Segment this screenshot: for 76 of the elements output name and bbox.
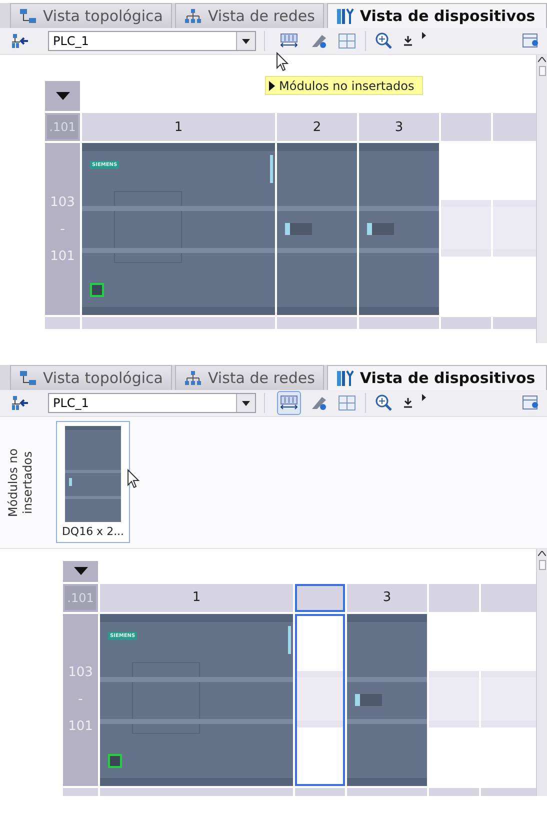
slot-header[interactable] — [295, 584, 345, 612]
label-slot — [372, 223, 394, 235]
rack-rail — [481, 788, 536, 796]
ethernet-port-icon — [108, 754, 122, 768]
row-address-label: 101 — [50, 248, 75, 264]
slot-header[interactable]: 2 — [277, 113, 357, 141]
view-tab[interactable]: Vista de redes — [175, 365, 324, 390]
slot-cell[interactable] — [295, 614, 345, 786]
row-address-label: - — [60, 222, 65, 236]
scroll-thumb[interactable] — [538, 66, 546, 76]
device-dropdown[interactable]: PLC_1 — [48, 31, 256, 51]
network-device-icon[interactable] — [10, 393, 30, 413]
unplugged-modules-label: Módulos no insertados — [6, 447, 36, 519]
table-icon[interactable] — [337, 31, 357, 51]
network-device-icon[interactable] — [10, 31, 30, 51]
topology-icon — [19, 8, 37, 24]
scroll-up-icon[interactable] — [538, 57, 546, 62]
view-tab[interactable]: Vista de redes — [175, 3, 324, 28]
collapse-button[interactable] — [45, 81, 80, 111]
slot-header[interactable]: 3 — [347, 584, 427, 612]
rack-rail — [45, 317, 80, 329]
status-led — [367, 223, 372, 235]
status-led — [288, 626, 291, 654]
cover-outline — [114, 191, 182, 263]
rack-rail — [63, 788, 98, 796]
zoom-icon[interactable] — [374, 31, 394, 51]
view-tab[interactable]: Vista topológica — [10, 3, 172, 28]
rack-rail — [295, 788, 345, 796]
ethernet-port-icon — [90, 283, 104, 297]
view-tab[interactable]: Vista topológica — [10, 365, 172, 390]
status-led — [355, 694, 360, 706]
label-slot — [290, 223, 312, 235]
caret-icon — [74, 567, 88, 576]
table-icon[interactable] — [337, 393, 357, 413]
view-tab[interactable]: Vista de dispositivos — [326, 3, 547, 28]
topology-icon — [19, 370, 37, 386]
rack-rail — [429, 788, 479, 796]
mouse-cursor-icon — [127, 469, 140, 489]
vertical-scrollbar[interactable] — [536, 549, 547, 796]
row-address-label: - — [78, 692, 83, 708]
scroll-up-icon[interactable] — [538, 551, 546, 556]
module-caption: DQ16 x 2... — [62, 525, 124, 538]
unplugged-module-item[interactable]: DQ16 x 2... — [56, 421, 130, 543]
dropdown-caret-icon — [242, 38, 250, 44]
mouse-cursor-icon — [276, 52, 289, 72]
row-address-label: 103 — [50, 194, 75, 210]
row-address-label: 103 — [68, 665, 93, 680]
caret-icon — [56, 92, 70, 100]
scroll-thumb[interactable] — [538, 560, 546, 570]
collapse-button[interactable] — [63, 561, 98, 582]
zoom-icon[interactable] — [374, 393, 394, 413]
status-led — [69, 478, 72, 486]
status-led — [270, 155, 273, 183]
device-icon — [336, 7, 354, 25]
slot-header[interactable]: 1 — [100, 584, 293, 612]
rack-number: .101 — [65, 586, 96, 610]
vertical-scrollbar[interactable] — [536, 55, 547, 343]
triangle-icon — [269, 80, 275, 90]
overflow-arrow-icon[interactable] — [422, 394, 426, 401]
slot-header[interactable]: 1 — [82, 113, 275, 141]
network-icon — [184, 370, 202, 386]
rack-number: .101 — [47, 115, 78, 139]
unplugged-modules-toggle[interactable] — [277, 391, 301, 415]
tooltip: Módulos no insertados — [265, 76, 424, 95]
device-dropdown[interactable]: PLC_1 — [48, 393, 256, 413]
network-icon — [184, 8, 202, 24]
view-tab[interactable]: Vista de dispositivos — [326, 365, 547, 390]
label-slot — [360, 694, 382, 706]
status-led — [285, 223, 290, 235]
dropdown-caret-icon — [242, 400, 250, 406]
device-icon — [336, 369, 354, 387]
slot-header[interactable]: 3 — [359, 113, 439, 141]
rack-rail — [441, 317, 491, 329]
rack-rail — [493, 317, 536, 329]
row-address-label: 101 — [68, 719, 93, 734]
overflow-arrow-icon[interactable] — [422, 32, 426, 39]
